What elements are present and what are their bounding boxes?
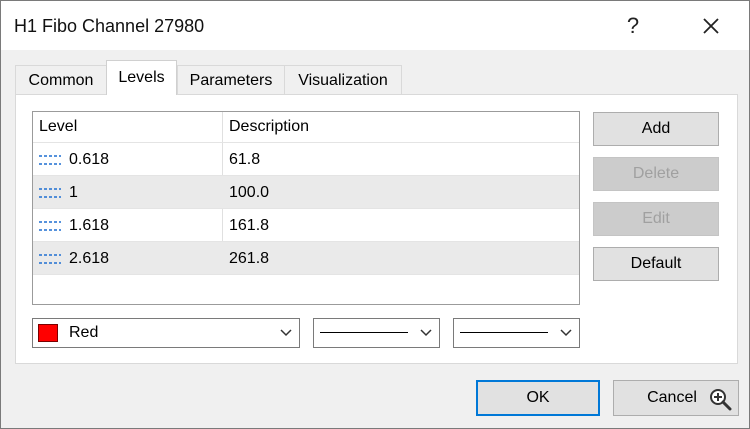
level-cell: 1.618 <box>39 209 109 242</box>
help-button[interactable]: ? <box>609 1 657 50</box>
dotted-line-icon <box>39 220 61 231</box>
color-swatch <box>38 324 58 342</box>
add-button[interactable]: Add <box>593 112 719 146</box>
tab-common-label: Common <box>28 71 94 89</box>
level-value: 0.618 <box>69 150 110 168</box>
chevron-down-icon <box>280 329 292 337</box>
zoom-in-icon <box>710 389 732 411</box>
table-row[interactable]: 0.618 61.8 <box>33 142 579 175</box>
chevron-down-icon <box>560 329 572 337</box>
level-value: 1 <box>69 183 78 201</box>
dotted-line-icon <box>39 253 61 264</box>
tab-levels[interactable]: Levels <box>106 60 177 95</box>
dotted-line-icon <box>39 187 61 198</box>
cancel-label: Cancel <box>647 389 697 406</box>
table-row[interactable]: 1 100.0 <box>33 175 579 208</box>
help-icon: ? <box>626 12 640 38</box>
tab-visualization[interactable]: Visualization <box>284 65 402 95</box>
description-value: 100.0 <box>229 183 270 201</box>
column-header-level[interactable]: Level <box>33 112 223 142</box>
color-dropdown[interactable]: Red <box>32 318 300 348</box>
levels-list[interactable]: Level Description 0.618 61.8 1 100.0 1.6… <box>32 111 580 305</box>
cancel-button[interactable]: Cancel <box>613 380 739 416</box>
color-label: Red <box>69 324 99 341</box>
close-button[interactable] <box>687 1 735 50</box>
default-button[interactable]: Default <box>593 247 719 281</box>
table-row[interactable]: 1.618 161.8 <box>33 208 579 241</box>
tab-parameters-label: Parameters <box>189 71 273 89</box>
line-style-preview <box>320 332 408 333</box>
column-header-description[interactable]: Description <box>223 112 579 142</box>
tab-visualization-label: Visualization <box>298 71 388 89</box>
description-value: 261.8 <box>229 249 270 267</box>
tab-parameters[interactable]: Parameters <box>177 65 285 95</box>
fibo-channel-dialog: H1 Fibo Channel 27980 ? Common Levels Pa… <box>0 0 750 429</box>
level-cell: 1 <box>39 176 78 209</box>
description-value: 161.8 <box>229 216 270 234</box>
line-width-preview <box>460 332 548 333</box>
delete-button[interactable]: Delete <box>593 157 719 191</box>
description-value: 61.8 <box>229 150 261 168</box>
dotted-line-icon <box>39 154 61 165</box>
level-value: 2.618 <box>69 249 110 267</box>
line-width-dropdown[interactable] <box>453 318 580 348</box>
edit-button[interactable]: Edit <box>593 202 719 236</box>
chevron-down-icon <box>420 329 432 337</box>
window-title: H1 Fibo Channel 27980 <box>14 16 205 36</box>
ok-button[interactable]: OK <box>476 380 600 416</box>
tab-levels-label: Levels <box>118 69 165 86</box>
tab-common[interactable]: Common <box>15 65 107 95</box>
level-cell: 0.618 <box>39 143 109 176</box>
level-cell: 2.618 <box>39 242 109 275</box>
level-value: 1.618 <box>69 216 110 234</box>
levels-list-header: Level Description <box>33 112 579 142</box>
close-icon <box>703 17 719 34</box>
table-row[interactable]: 2.618 261.8 <box>33 241 579 274</box>
line-style-dropdown[interactable] <box>313 318 440 348</box>
row-divider <box>33 274 579 275</box>
title-bar: H1 Fibo Channel 27980 ? <box>1 1 749 50</box>
